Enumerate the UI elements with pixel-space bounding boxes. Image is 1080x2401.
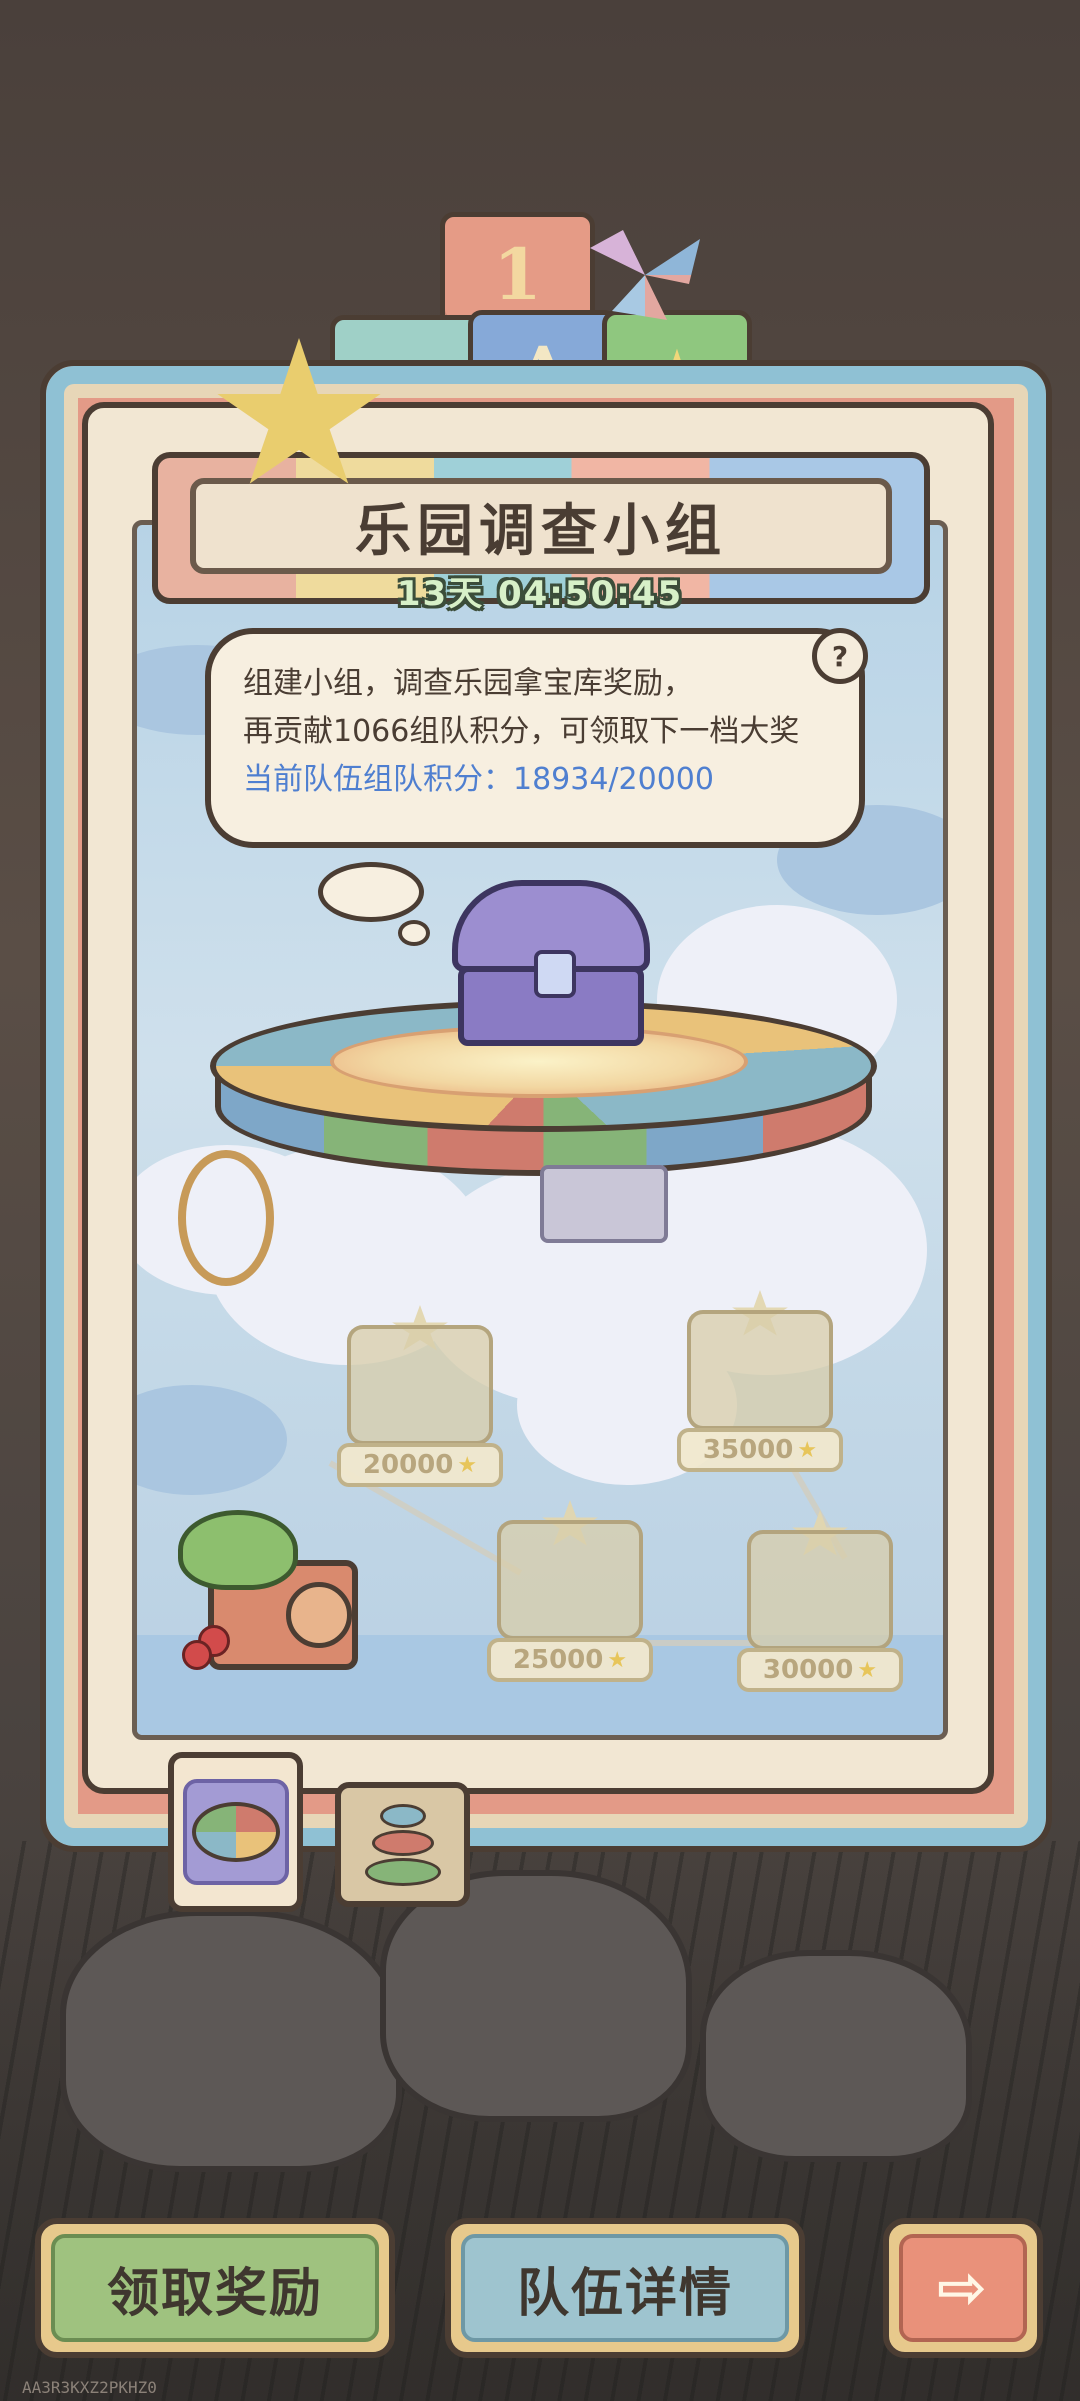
next-button[interactable]: ⇨ [883,2218,1043,2358]
team-details-label: 队伍详情 [461,2234,789,2342]
star-icon: ★ [857,1657,878,1683]
milestone-reward[interactable]: 30000 ★ [735,1510,905,1692]
star-icon: ★ [797,1437,818,1463]
treasure-chest[interactable] [452,880,650,1050]
milestone-label: 20000 ★ [337,1443,503,1487]
star-icon: ★ [607,1647,628,1673]
team-details-button[interactable]: 队伍详情 [445,2218,805,2358]
milestone-label: 35000 ★ [677,1428,843,1472]
milestone-value: 20000 [362,1450,454,1480]
info-bubble: 组建小组，调查乐园拿宝库奖励， 再贡献1066组队积分，可领取下一档大奖 当前队… [205,628,865,848]
team-score: 当前队伍组队积分：18934/20000 [243,756,827,804]
background-rock [700,1950,972,2162]
locked-chest-icon [347,1325,493,1445]
tab-stack[interactable] [335,1782,470,1907]
milestone-label: 25000 ★ [487,1638,653,1682]
lock-icon [534,950,576,998]
background-rock [60,1910,402,2172]
carousel-platform-icon [191,1802,280,1862]
claim-reward-label: 领取奖励 [51,2234,379,2342]
bubble-text-line1: 组建小组，调查乐园拿宝库奖励， [243,666,693,701]
background-rock [380,1870,692,2122]
locked-chest-icon [687,1310,833,1430]
milestone-reward[interactable]: 20000 ★ [335,1305,505,1487]
help-button[interactable]: ? [812,628,868,684]
stacked-rings-icon [364,1803,441,1886]
gift-box[interactable] [168,1500,368,1675]
title-board: 乐园调查小组 [190,478,892,574]
berry-icon [182,1640,212,1670]
thought-bubble-small [398,920,430,946]
team-score-value: 18934/20000 [513,762,714,797]
milestone-value: 35000 [702,1435,794,1465]
team-score-label: 当前队伍组队积分： [243,762,513,797]
bubble-text-line2: 再贡献1066组队积分，可领取下一档大奖 [243,714,800,749]
platform-panel [540,1165,668,1243]
block-number-label: 1 [493,233,542,316]
milestone-value: 25000 [512,1645,604,1675]
milestone-label: 30000 ★ [737,1648,903,1692]
page-title: 乐园调查小组 [355,498,727,564]
thought-bubble [318,862,424,922]
ring-icon [364,1857,441,1886]
claim-reward-button[interactable]: 领取奖励 [35,2218,395,2358]
ring-icon [379,1803,426,1828]
ring-icon [371,1829,434,1856]
arrow-right-icon: ⇨ [899,2234,1027,2342]
star-icon: ★ [457,1452,478,1478]
tab-platform[interactable] [168,1752,303,1912]
milestone-reward[interactable]: 35000 ★ [675,1290,845,1472]
background-cloud [137,1385,287,1495]
tab-icon-bg [182,1779,289,1885]
watermark: AA3R3KXZ2PKHZ0 [22,2378,157,2397]
milestone-reward[interactable]: 25000 ★ [485,1500,655,1682]
paddle-decoration [178,1150,274,1286]
gift-emblem-icon [286,1582,352,1648]
leaf-icon [178,1510,298,1590]
locked-chest-icon [747,1530,893,1650]
locked-chest-icon [497,1520,643,1640]
countdown-timer: 13天 04:50:45 [396,574,684,614]
pinwheel-icon [590,230,700,320]
milestone-value: 30000 [762,1655,854,1685]
question-mark-icon: ? [831,639,849,673]
